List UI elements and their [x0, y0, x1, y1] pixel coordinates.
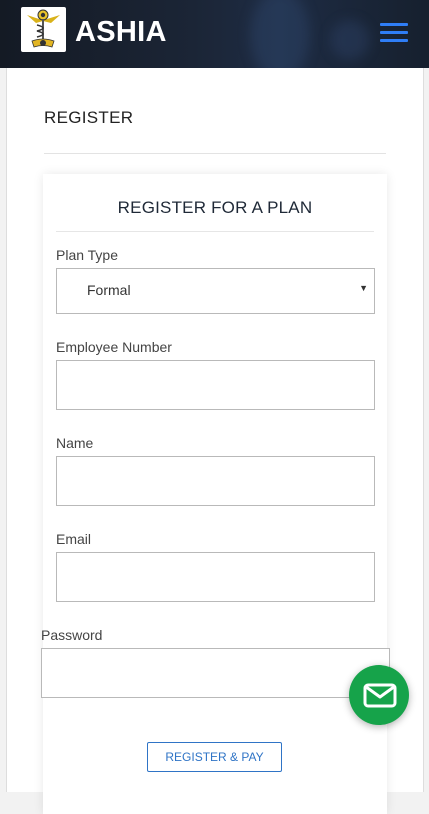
name-field[interactable]: [56, 456, 375, 506]
form-title-divider: [56, 231, 374, 232]
hamburger-menu-icon[interactable]: [380, 23, 408, 45]
register-pay-button[interactable]: REGISTER & PAY: [147, 742, 282, 772]
header-glow: [250, 0, 310, 68]
brand-name[interactable]: ASHIA: [75, 14, 167, 50]
plan-type-label: Plan Type: [56, 247, 119, 263]
site-logo[interactable]: [21, 7, 66, 52]
form-title: REGISTER FOR A PLAN: [117, 198, 313, 217]
plan-type-selected-value: Formal: [87, 282, 131, 298]
email-field[interactable]: [56, 552, 375, 602]
page-title: REGISTER: [44, 108, 134, 127]
envelope-icon: [363, 683, 397, 708]
name-label: Name: [56, 435, 94, 451]
password-field[interactable]: [41, 648, 390, 698]
contact-fab-button[interactable]: [349, 665, 409, 725]
employee-number-label: Employee Number: [56, 339, 172, 355]
title-divider: [44, 153, 386, 154]
employee-number-field[interactable]: [56, 360, 375, 410]
email-label: Email: [56, 531, 92, 547]
header-glow: [330, 20, 370, 60]
chevron-down-icon: ▼: [359, 283, 368, 293]
register-form-card: REGISTER FOR A PLAN Plan Type Formal ▼ E…: [41, 174, 390, 814]
password-label: Password: [41, 627, 103, 643]
top-navbar: ASHIA: [0, 0, 429, 68]
caduceus-logo-icon: [27, 9, 60, 48]
plan-type-select[interactable]: Formal ▼: [56, 268, 375, 314]
